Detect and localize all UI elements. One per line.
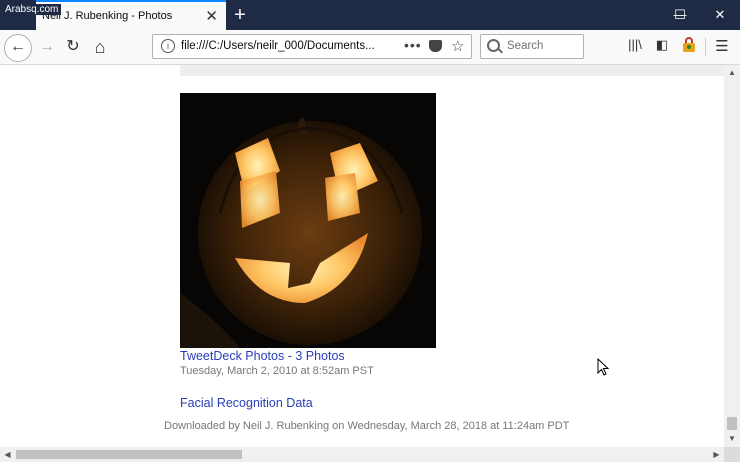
library-icon[interactable]: |||\ <box>625 37 645 52</box>
back-button[interactable]: ← <box>4 34 32 62</box>
watermark: Arabsq.com <box>2 4 62 15</box>
scroll-up-arrow-icon[interactable]: ▲ <box>724 65 740 81</box>
navigation-toolbar: ← → ↻ ⌂ i file:///C:/Users/neilr_000/Doc… <box>0 30 740 65</box>
scrollbar-corner <box>724 447 740 462</box>
vertical-scroll-thumb[interactable] <box>727 417 737 430</box>
horizontal-scrollbar[interactable]: ◀ ▶ <box>0 447 724 462</box>
horizontal-scroll-thumb[interactable] <box>16 450 242 459</box>
vertical-scrollbar[interactable]: ▲ ▼ <box>724 65 740 447</box>
download-footer: Downloaded by Neil J. Rubenking on Wedne… <box>164 420 570 432</box>
forward-button[interactable]: → <box>34 34 60 60</box>
menu-icon[interactable]: ☰ <box>712 37 732 55</box>
scroll-left-arrow-icon[interactable]: ◀ <box>0 447 15 462</box>
page-actions-icon[interactable]: ••• <box>404 37 422 53</box>
album-link[interactable]: TweetDeck Photos - 3 Photos <box>180 349 345 363</box>
tab-close-icon[interactable]: ✕ <box>205 7 218 25</box>
minimize-icon <box>620 0 660 30</box>
url-bar[interactable]: i file:///C:/Users/neilr_000/Documents..… <box>152 34 472 59</box>
title-bar: Arabsq.com Neil J. Rubenking - Photos ✕ … <box>0 0 740 30</box>
extension-lock-icon <box>683 37 695 52</box>
home-button[interactable]: ⌂ <box>87 34 113 60</box>
mouse-cursor-icon <box>597 358 609 376</box>
new-tab-button[interactable]: + <box>228 3 252 27</box>
sidebar-icon[interactable]: ◧ <box>652 37 672 53</box>
toolbar-separator <box>705 38 706 56</box>
pocket-icon[interactable] <box>429 40 442 52</box>
extension-icon[interactable] <box>679 37 699 56</box>
facial-recognition-link[interactable]: Facial Recognition Data <box>180 396 313 410</box>
reload-button[interactable]: ↻ <box>60 34 86 60</box>
info-icon[interactable]: i <box>161 39 175 53</box>
search-placeholder: Search <box>507 40 544 52</box>
scroll-right-arrow-icon[interactable]: ▶ <box>709 447 724 462</box>
album-date: Tuesday, March 2, 2010 at 8:52am PST <box>180 365 374 377</box>
search-icon <box>487 39 500 52</box>
tab-photos[interactable]: Neil J. Rubenking - Photos ✕ <box>36 0 226 30</box>
bookmark-star-icon[interactable]: ☆ <box>451 37 464 55</box>
pumpkin-photo[interactable] <box>180 93 436 348</box>
scroll-down-arrow-icon[interactable]: ▼ <box>724 431 740 447</box>
previous-item-band <box>180 65 724 76</box>
search-input[interactable]: Search <box>480 34 584 59</box>
url-text[interactable]: file:///C:/Users/neilr_000/Documents... <box>181 40 401 52</box>
page-content: TweetDeck Photos - 3 Photos Tuesday, Mar… <box>0 65 724 447</box>
close-window-button[interactable]: ✕ <box>700 0 740 30</box>
jack-o-lantern-image <box>180 93 436 348</box>
tab-title: Neil J. Rubenking - Photos <box>42 10 173 22</box>
maximize-button[interactable]: ☐ <box>660 0 700 30</box>
